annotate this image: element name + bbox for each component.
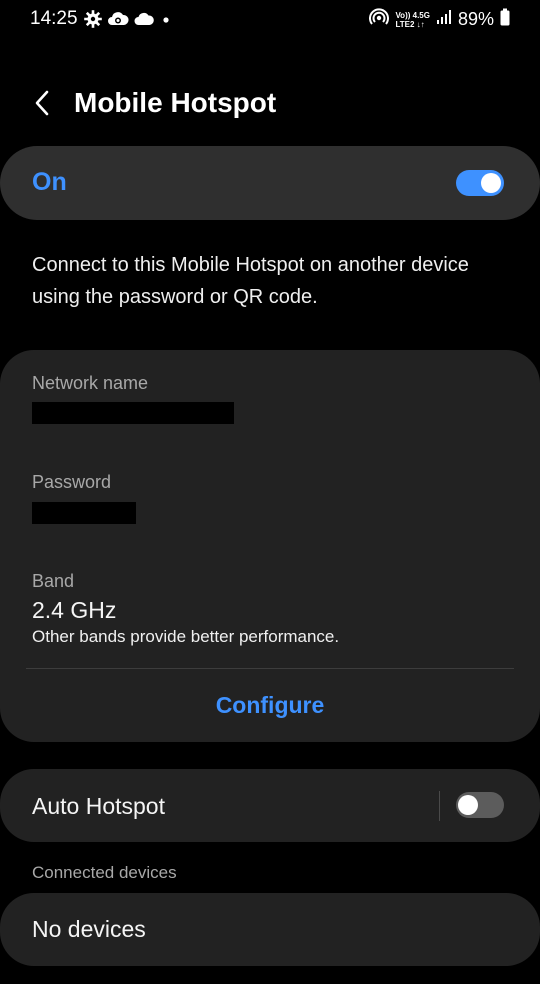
page-title: Mobile Hotspot xyxy=(74,87,277,118)
configure-button[interactable]: Configure xyxy=(0,670,540,740)
dot-icon xyxy=(159,11,173,27)
cloud-sync-icon xyxy=(107,10,129,28)
master-switch-label: On xyxy=(32,168,67,196)
network-name-label: Network name xyxy=(32,373,149,393)
status-right: Vo)) 4.5G LTE2 ↓↑ 89% xyxy=(369,8,510,31)
network-type: Vo)) 4.5G LTE2 ↓↑ xyxy=(395,11,430,29)
password-value-redacted xyxy=(32,502,136,524)
status-bar: 14:25 Vo)) 4.5G LTE2 ↓↑ 89% xyxy=(0,0,540,40)
auto-hotspot-label: Auto Hotspot xyxy=(32,793,165,819)
app-header: Mobile Hotspot xyxy=(0,78,540,132)
signal-icon xyxy=(436,9,452,30)
status-left-icons xyxy=(84,10,173,28)
password-label: Password xyxy=(32,472,112,492)
auto-hotspot-row[interactable]: Auto Hotspot xyxy=(0,769,540,842)
hotspot-master-switch[interactable]: On xyxy=(0,146,540,220)
toggle-knob xyxy=(458,795,478,815)
band-value: 2.4 GHz xyxy=(32,597,117,623)
back-button[interactable] xyxy=(24,84,60,126)
status-time: 14:25 xyxy=(30,8,78,29)
battery-percent: 89% xyxy=(457,9,494,29)
hotspot-description: Connect to this Mobile Hotspot on anothe… xyxy=(32,254,469,308)
network-type-bottom: LTE2 ↓↑ xyxy=(395,19,425,29)
hotspot-icon xyxy=(369,8,390,31)
connected-devices-card[interactable]: No devices xyxy=(0,893,540,966)
toggle-knob xyxy=(481,173,501,193)
vertical-divider xyxy=(439,791,440,821)
no-devices-label: No devices xyxy=(32,916,146,942)
network-type-top: Vo)) 4.5G xyxy=(395,10,430,20)
divider xyxy=(26,668,514,669)
chevron-left-icon xyxy=(34,89,50,122)
connected-devices-header: Connected devices xyxy=(32,863,177,882)
network-name-value-redacted xyxy=(32,402,234,424)
band-note: Other bands provide better performance. xyxy=(32,627,340,646)
hotspot-toggle[interactable] xyxy=(456,170,504,196)
hotspot-info-card: Network name Password Band 2.4 GHz Other… xyxy=(0,350,540,742)
cloud-icon xyxy=(134,11,154,27)
gear-icon xyxy=(84,10,102,28)
battery-icon xyxy=(500,8,510,31)
band-label: Band xyxy=(32,571,75,591)
auto-hotspot-toggle[interactable] xyxy=(456,792,504,818)
